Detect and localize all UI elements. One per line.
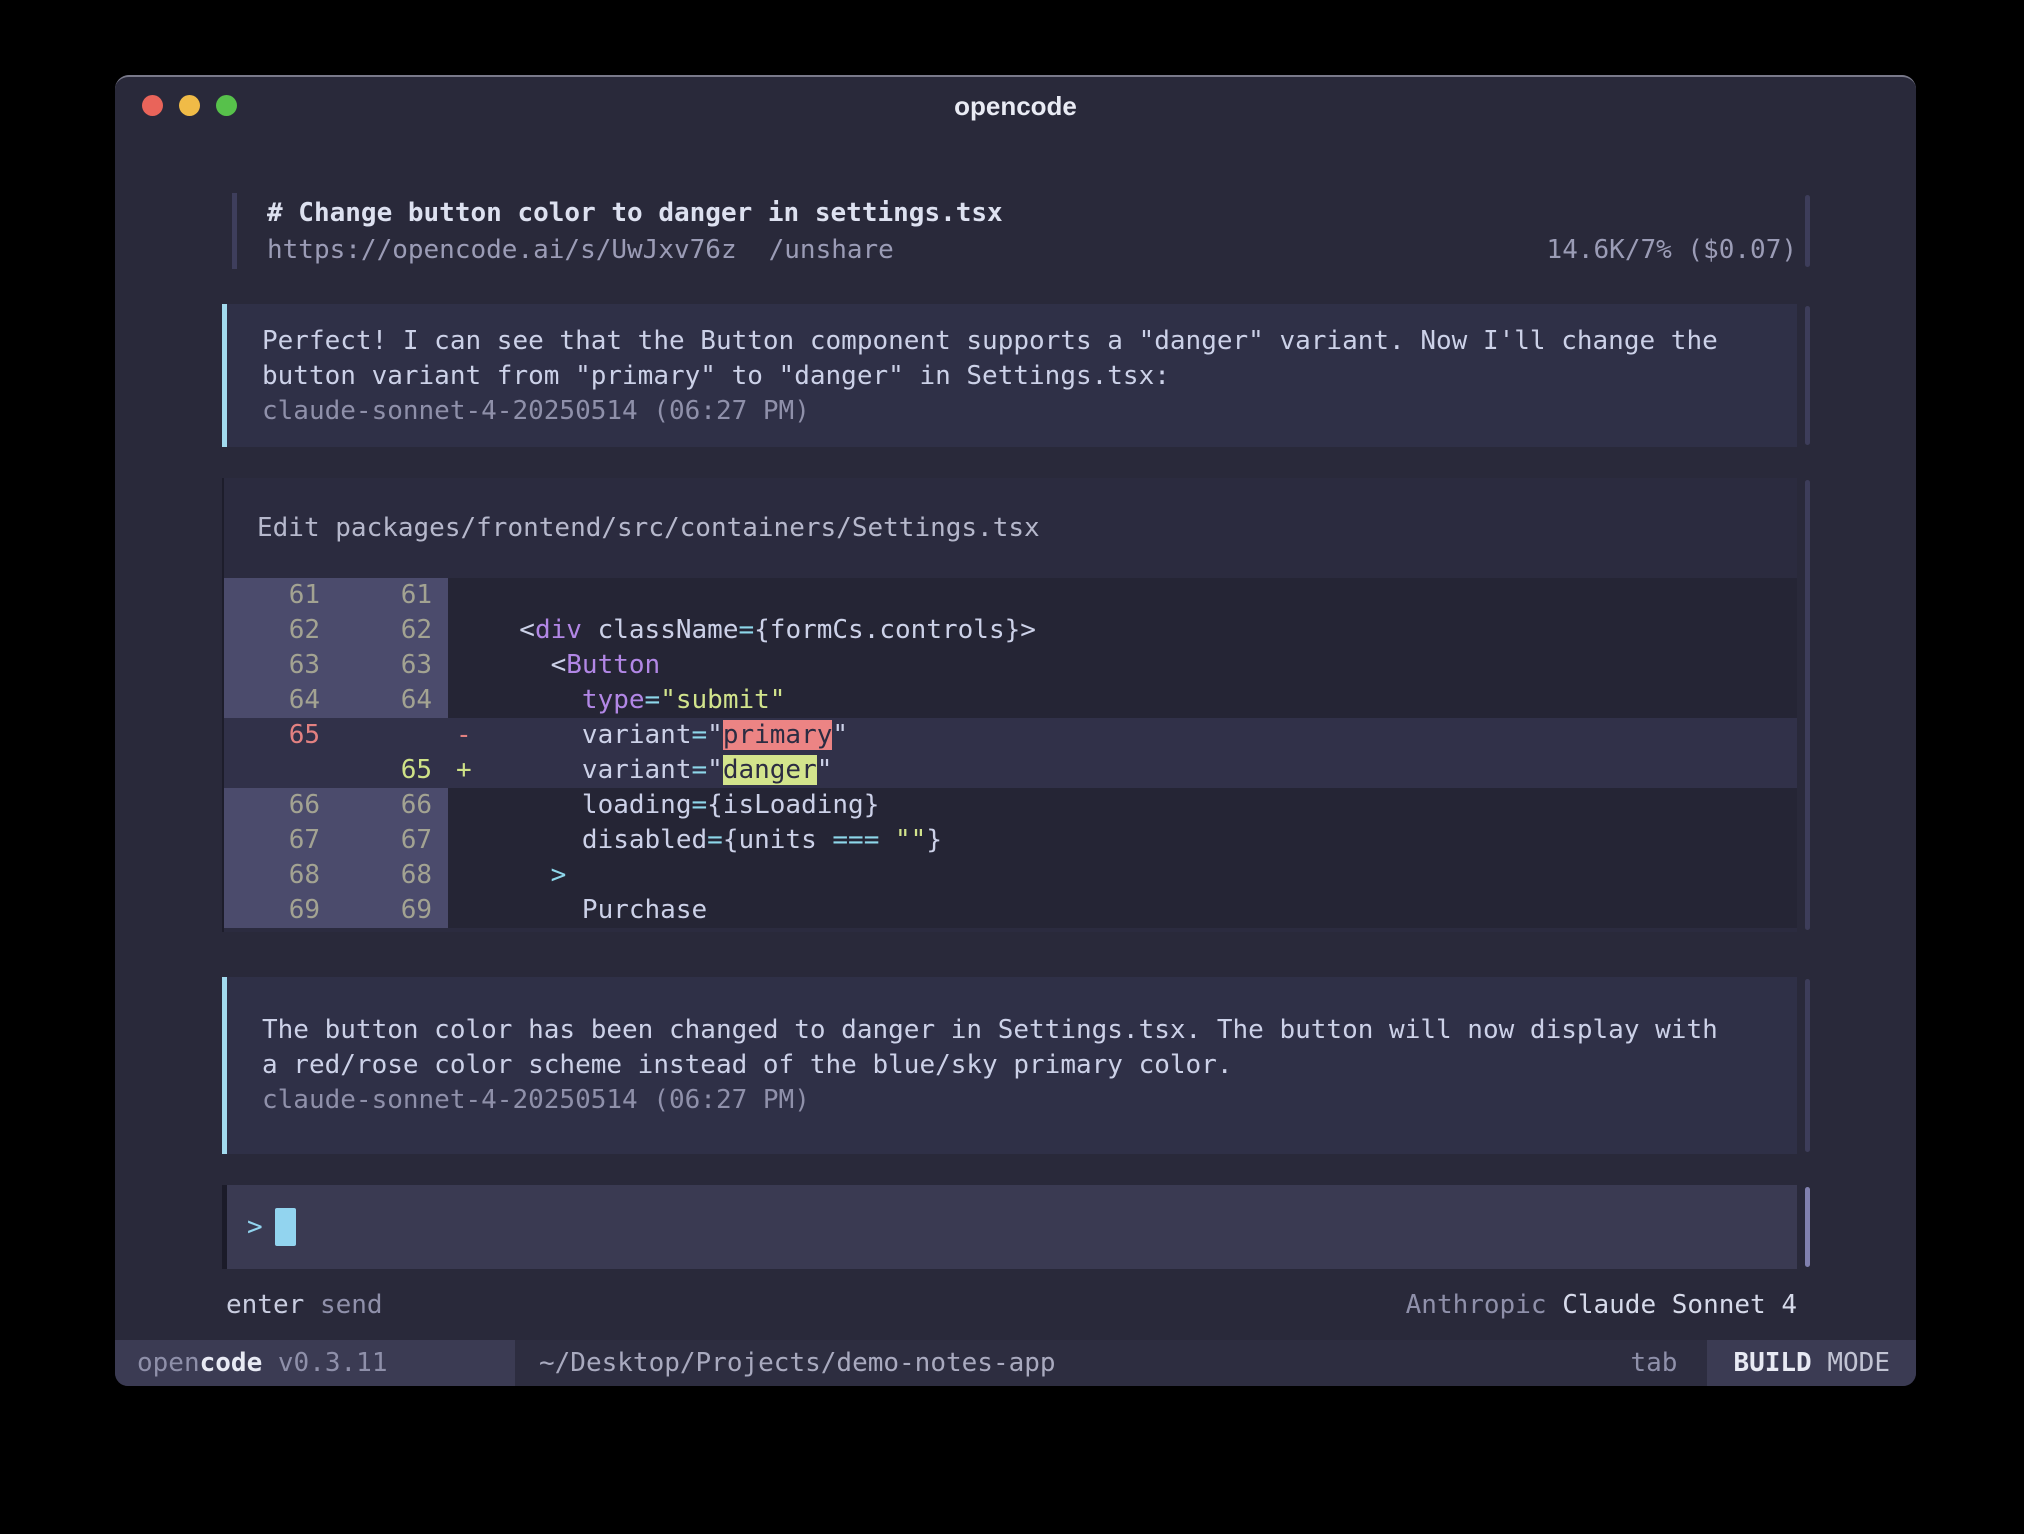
- diff-row: 6262 <div className={formCs.controls}>: [224, 613, 1797, 648]
- diff-row: 6464 type="submit": [224, 683, 1797, 718]
- session-header: # Change button color to danger in setti…: [232, 193, 1797, 269]
- enter-action-hint: send: [320, 1290, 383, 1320]
- diff-row: 65+ variant="danger": [224, 753, 1797, 788]
- mode-toggle[interactable]: BUILD MODE: [1707, 1340, 1916, 1386]
- diff-row: 65- variant="primary": [224, 718, 1797, 753]
- prompt-input[interactable]: >: [222, 1185, 1797, 1269]
- session-title: # Change button color to danger in setti…: [267, 195, 1797, 232]
- diff-row: 6868 >: [224, 858, 1797, 893]
- message-text: Perfect! I can see that the Button compo…: [262, 324, 1797, 359]
- assistant-message: Perfect! I can see that the Button compo…: [222, 304, 1797, 447]
- unshare-command[interactable]: /unshare: [769, 232, 894, 269]
- edit-tool-title: Edit packages/frontend/src/containers/Se…: [224, 510, 1797, 546]
- opencode-window: opencode # Change button color to danger…: [115, 75, 1916, 1386]
- app-name-bold: code: [200, 1348, 263, 1378]
- mode-suffix: MODE: [1812, 1348, 1890, 1378]
- status-bar: opencode v0.3.11 ~/Desktop/Projects/demo…: [115, 1340, 1916, 1386]
- app-version-segment: opencode v0.3.11: [115, 1340, 515, 1386]
- token-usage: 14.6K/7% ($0.07): [1547, 232, 1797, 269]
- mode-name: BUILD: [1733, 1348, 1811, 1378]
- assistant-message: The button color has been changed to dan…: [222, 977, 1797, 1154]
- message-meta: claude-sonnet-4-20250514 (06:27 PM): [262, 394, 1797, 429]
- working-directory: ~/Desktop/Projects/demo-notes-app: [539, 1340, 1056, 1386]
- share-url[interactable]: https://opencode.ai/s/UwJxv76z: [267, 232, 737, 269]
- message-text: button variant from "primary" to "danger…: [262, 359, 1797, 394]
- diff-row: 6363 <Button: [224, 648, 1797, 683]
- enter-key-hint: enter: [226, 1290, 304, 1320]
- window-title: opencode: [115, 91, 1916, 122]
- message-text: The button color has been changed to dan…: [262, 1013, 1797, 1048]
- diff-row: 6767 disabled={units === ""}: [224, 823, 1797, 858]
- model-label: Claude Sonnet 4: [1562, 1290, 1797, 1320]
- text-cursor: [275, 1208, 296, 1246]
- app-name-dim: open: [137, 1348, 200, 1378]
- chat-scroll-area[interactable]: # Change button color to danger in setti…: [115, 193, 1916, 1323]
- prompt-chevron: >: [247, 1212, 263, 1242]
- provider-label: Anthropic: [1406, 1290, 1547, 1320]
- hint-row: enter send Anthropic Claude Sonnet 4: [222, 1287, 1797, 1323]
- code-diff: 61616262 <div className={formCs.controls…: [224, 578, 1797, 928]
- message-meta: claude-sonnet-4-20250514 (06:27 PM): [262, 1083, 1797, 1118]
- diff-row: 6969 Purchase: [224, 893, 1797, 928]
- app-version: v0.3.11: [262, 1348, 387, 1378]
- edit-tool-card: Edit packages/frontend/src/containers/Se…: [222, 478, 1797, 932]
- tab-key-hint: tab: [1630, 1340, 1677, 1386]
- diff-row: 6666 loading={isLoading}: [224, 788, 1797, 823]
- diff-row: 6161: [224, 578, 1797, 613]
- message-text: a red/rose color scheme instead of the b…: [262, 1048, 1797, 1083]
- titlebar: opencode: [115, 77, 1916, 135]
